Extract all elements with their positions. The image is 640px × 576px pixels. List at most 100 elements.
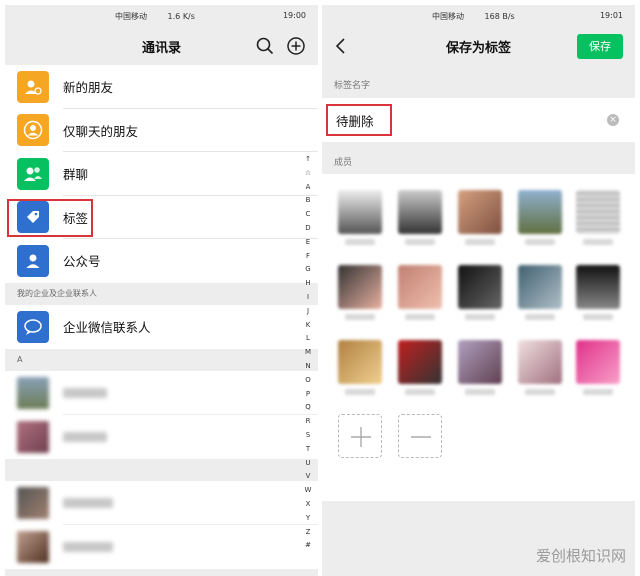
member-item[interactable] bbox=[576, 190, 620, 245]
menu-label: 公众号 bbox=[63, 254, 101, 270]
watermark: 爱创根知识网 bbox=[535, 547, 626, 565]
index-letter[interactable]: ☆ bbox=[302, 167, 314, 181]
index-letter[interactable]: # bbox=[302, 539, 314, 553]
index-letter[interactable]: O bbox=[302, 374, 314, 388]
member-item[interactable] bbox=[398, 340, 442, 395]
status-time: 19:00 bbox=[282, 11, 306, 20]
alphabet-index[interactable]: ↑ ☆ A B C D E F G H I J K L M N O P Q R S T U V W X Y Z # bbox=[302, 153, 314, 553]
member-avatar bbox=[458, 340, 502, 384]
menu-enterprise-contacts[interactable]: 企业微信联系人 bbox=[5, 305, 318, 349]
index-letter[interactable]: ↑ bbox=[302, 153, 314, 167]
member-avatar bbox=[576, 190, 620, 234]
tag-name-field[interactable]: 待删除 × bbox=[322, 98, 635, 142]
contacts-header: 通讯录 bbox=[5, 27, 318, 65]
member-avatar bbox=[518, 265, 562, 309]
index-letter[interactable]: D bbox=[302, 222, 314, 236]
index-letter[interactable]: Q bbox=[302, 401, 314, 415]
menu-group-chats[interactable]: 群聊 bbox=[5, 152, 318, 196]
index-letter[interactable]: F bbox=[302, 250, 314, 264]
avatar bbox=[17, 376, 49, 409]
index-letter[interactable]: M bbox=[302, 346, 314, 360]
menu-official-accounts[interactable]: 公众号 bbox=[5, 239, 318, 283]
index-letter[interactable]: C bbox=[302, 208, 314, 222]
index-letter[interactable]: N bbox=[302, 360, 314, 374]
avatar bbox=[17, 420, 49, 453]
net-speed: 168 B/s bbox=[484, 12, 515, 21]
menu-new-friends[interactable]: 新的朋友 bbox=[5, 65, 318, 109]
member-item[interactable] bbox=[338, 190, 382, 245]
new-friends-icon bbox=[17, 70, 49, 103]
index-letter[interactable]: B bbox=[302, 194, 314, 208]
member-item[interactable] bbox=[518, 340, 562, 395]
enterprise-section-header: 我的企业及企业联系人 bbox=[5, 282, 318, 305]
add-icon[interactable] bbox=[286, 36, 306, 56]
member-item[interactable] bbox=[458, 190, 502, 245]
contact-name-blurred bbox=[63, 497, 113, 508]
contact-row[interactable] bbox=[5, 370, 318, 415]
group-chat-icon bbox=[17, 157, 49, 190]
menu-label: 仅聊天的朋友 bbox=[63, 123, 139, 139]
members-grid bbox=[322, 174, 635, 501]
contact-name-blurred bbox=[63, 431, 107, 442]
index-letter[interactable]: J bbox=[302, 305, 314, 319]
member-avatar bbox=[398, 340, 442, 384]
menu-label: 群聊 bbox=[63, 167, 89, 183]
contact-row[interactable] bbox=[5, 524, 318, 569]
clear-icon[interactable]: × bbox=[607, 114, 619, 126]
official-account-icon bbox=[17, 244, 49, 277]
contact-row[interactable] bbox=[5, 480, 318, 525]
avatar bbox=[17, 486, 49, 519]
contact-name-blurred bbox=[63, 541, 113, 552]
remove-member-button[interactable] bbox=[398, 414, 442, 458]
index-letter[interactable]: V bbox=[302, 470, 314, 484]
member-item[interactable] bbox=[338, 265, 382, 320]
status-bar: 中国移动 168 B/s 19:01 bbox=[322, 5, 635, 27]
member-avatar bbox=[338, 190, 382, 234]
index-letter[interactable]: H bbox=[302, 277, 314, 291]
menu-chat-only-friends[interactable]: 仅聊天的朋友 bbox=[5, 109, 318, 152]
carrier-label: 中国移动 bbox=[432, 12, 464, 21]
search-icon[interactable] bbox=[255, 36, 275, 56]
member-item[interactable] bbox=[398, 190, 442, 245]
member-avatar bbox=[338, 265, 382, 309]
tags-highlight-box bbox=[7, 198, 93, 237]
member-item[interactable] bbox=[518, 190, 562, 245]
index-letter[interactable]: W bbox=[302, 484, 314, 498]
index-letter[interactable]: Y bbox=[302, 512, 314, 526]
index-letter[interactable]: L bbox=[302, 332, 314, 346]
index-letter[interactable]: K bbox=[302, 319, 314, 333]
index-letter[interactable]: G bbox=[302, 263, 314, 277]
member-item[interactable] bbox=[398, 265, 442, 320]
member-item[interactable] bbox=[338, 340, 382, 395]
save-button[interactable]: 保存 bbox=[577, 34, 623, 59]
menu-tags[interactable]: 标签 bbox=[5, 196, 318, 239]
index-letter[interactable]: R bbox=[302, 415, 314, 429]
contact-row[interactable] bbox=[5, 414, 318, 459]
index-letter[interactable]: E bbox=[302, 236, 314, 250]
status-time: 19:01 bbox=[599, 11, 623, 20]
index-letter[interactable]: U bbox=[302, 457, 314, 471]
member-avatar bbox=[576, 340, 620, 384]
member-avatar bbox=[398, 190, 442, 234]
member-item[interactable] bbox=[458, 340, 502, 395]
index-letter[interactable]: Z bbox=[302, 526, 314, 540]
index-letter[interactable]: A bbox=[302, 181, 314, 195]
index-letter[interactable]: T bbox=[302, 443, 314, 457]
tag-name-highlight-box bbox=[326, 104, 392, 136]
avatar bbox=[17, 530, 49, 563]
member-item[interactable] bbox=[576, 340, 620, 395]
member-avatar bbox=[458, 265, 502, 309]
member-avatar bbox=[576, 265, 620, 309]
member-item[interactable] bbox=[576, 265, 620, 320]
menu-label: 企业微信联系人 bbox=[63, 320, 151, 335]
member-item[interactable] bbox=[518, 265, 562, 320]
member-item[interactable] bbox=[458, 265, 502, 320]
index-letter[interactable]: I bbox=[302, 291, 314, 305]
index-letter[interactable]: S bbox=[302, 429, 314, 443]
add-member-button[interactable] bbox=[338, 414, 382, 458]
index-letter[interactable]: X bbox=[302, 498, 314, 512]
member-avatar bbox=[458, 190, 502, 234]
index-letter[interactable]: P bbox=[302, 388, 314, 402]
member-avatar bbox=[518, 340, 562, 384]
carrier-label: 中国移动 bbox=[115, 12, 147, 21]
